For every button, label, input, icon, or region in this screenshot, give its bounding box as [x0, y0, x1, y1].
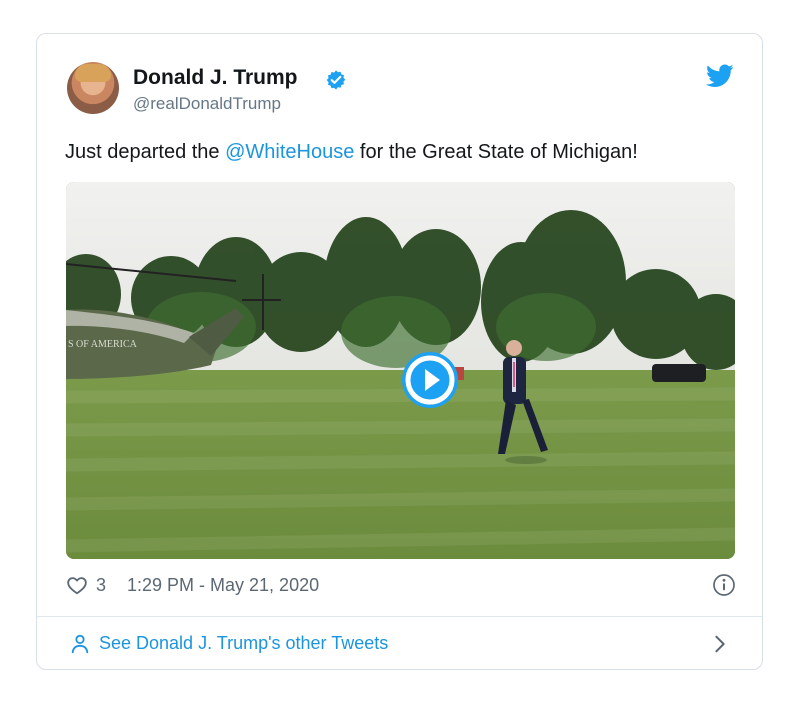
footer-divider — [37, 616, 762, 617]
see-other-tweets-link[interactable]: See Donald J. Trump's other Tweets — [69, 631, 731, 661]
twitter-bird-icon[interactable] — [706, 64, 734, 88]
tweet-text: Just departed the @WhiteHouse for the Gr… — [65, 141, 638, 164]
heart-icon[interactable] — [66, 574, 88, 596]
tweet-video[interactable]: S OF AMERICA — [66, 182, 735, 559]
tweet-text-part-2: for the Great State of Michigan! — [354, 141, 638, 163]
play-icon[interactable] — [400, 350, 460, 410]
verified-icon — [326, 70, 346, 90]
author-handle[interactable]: @realDonaldTrump — [133, 94, 281, 114]
helicopter-text: S OF AMERICA — [68, 339, 138, 350]
whitehouse-mention-link[interactable]: @WhiteHouse — [225, 141, 354, 163]
tweet-timestamp[interactable]: 1:29 PM - May 21, 2020 — [127, 575, 319, 596]
embedded-tweet-card: Donald J. Trump @realDonaldTrump Just de… — [36, 33, 763, 670]
info-icon[interactable] — [712, 573, 736, 597]
tweet-footer: 3 1:29 PM - May 21, 2020 — [66, 573, 736, 601]
tweet-text-part-1: Just departed the — [65, 141, 226, 163]
see-other-tweets-label: See Donald J. Trump's other Tweets — [99, 633, 389, 653]
user-icon — [71, 634, 89, 654]
chevron-right-icon — [715, 635, 725, 653]
author-avatar[interactable] — [67, 62, 119, 114]
author-name[interactable]: Donald J. Trump — [133, 66, 298, 90]
like-count: 3 — [96, 575, 107, 595]
